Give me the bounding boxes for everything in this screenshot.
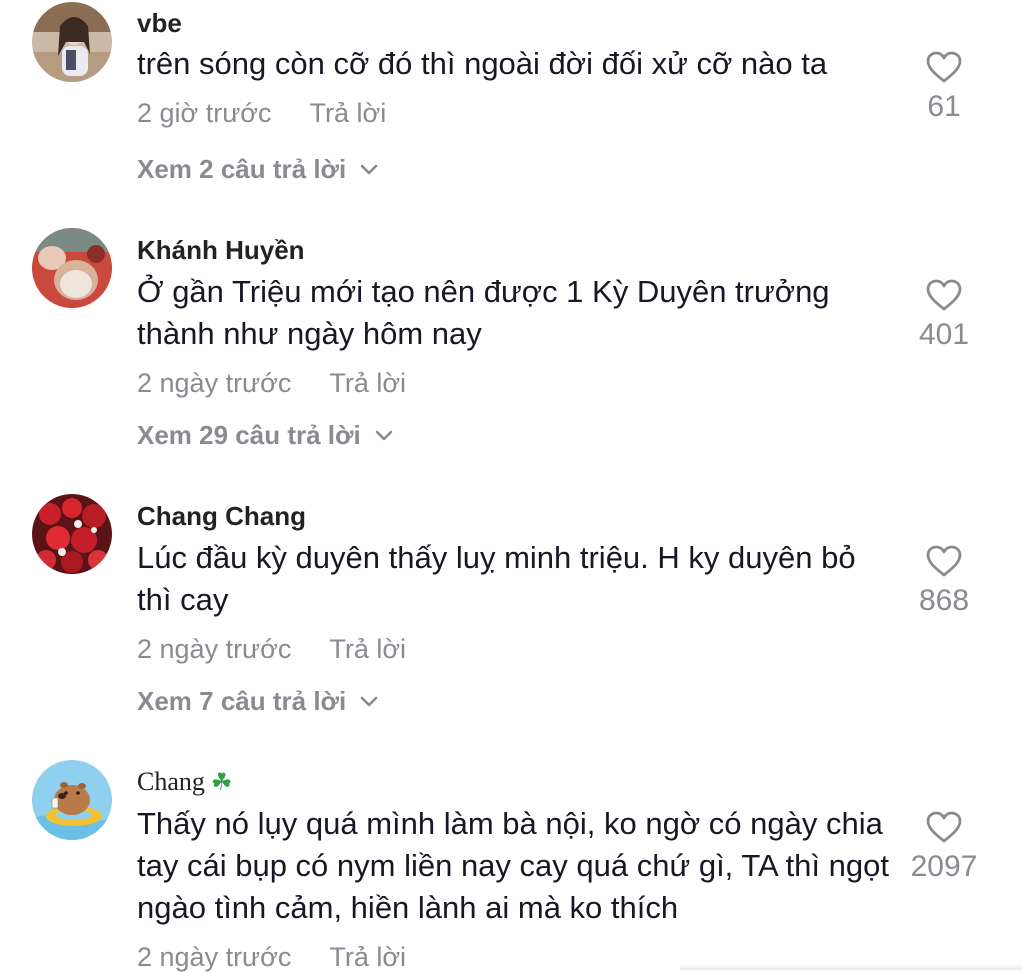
comment-text: trên sóng còn cỡ đó thì ngoài đời đối xử… — [137, 46, 828, 81]
reply-button[interactable]: Trả lời — [310, 98, 387, 128]
view-replies-button[interactable]: Xem 29 câu trả lời — [137, 420, 393, 451]
chevron-down-icon — [375, 430, 393, 440]
like-button[interactable]: 61 — [902, 50, 986, 124]
heart-outline-icon — [926, 51, 962, 83]
clover-icon: ☘ — [210, 770, 233, 796]
reply-button[interactable]: Trả lời — [329, 368, 406, 398]
comment-username[interactable]: Chang Chang — [137, 501, 306, 532]
comment-timestamp: 2 giờ trước — [137, 98, 272, 128]
comment-username[interactable]: Khánh Huyền — [137, 235, 305, 266]
avatar[interactable] — [32, 228, 112, 308]
comment-username[interactable]: Chang ☘ — [137, 767, 232, 797]
like-button[interactable]: 868 — [902, 544, 986, 618]
chevron-down-icon — [360, 164, 378, 174]
view-replies-label: Xem 7 câu trả lời — [137, 686, 347, 716]
like-count: 401 — [918, 318, 970, 351]
view-replies-button[interactable]: Xem 7 câu trả lời — [137, 686, 378, 717]
comment-text: Lúc đầu kỳ duyên thấy luỵ minh triệu. H … — [137, 540, 856, 617]
like-count: 61 — [927, 90, 961, 123]
comment-meta: 2 ngày trước Trả lời — [137, 634, 406, 665]
comment-meta: 2 giờ trước Trả lời — [137, 98, 386, 129]
heart-outline-icon — [926, 545, 962, 577]
comment-username[interactable]: vbe — [137, 8, 182, 39]
comment-username-text: Chang — [137, 767, 205, 796]
like-button[interactable]: 401 — [902, 278, 986, 352]
reply-button[interactable]: Trả lời — [329, 634, 406, 664]
comment-meta: 2 ngày trước Trả lời — [137, 942, 406, 973]
reply-button[interactable]: Trả lời — [329, 942, 406, 972]
comment-timestamp: 2 ngày trước — [137, 368, 292, 398]
bottom-fade — [680, 964, 1022, 970]
comment-text: Ở gần Triệu mới tạo nên được 1 Kỳ Duyên … — [137, 274, 830, 351]
chevron-down-icon — [360, 696, 378, 706]
avatar[interactable] — [32, 760, 112, 840]
view-replies-button[interactable]: Xem 2 câu trả lời — [137, 154, 378, 185]
view-replies-label: Xem 29 câu trả lời — [137, 420, 361, 450]
comment-meta: 2 ngày trước Trả lời — [137, 368, 406, 399]
like-count: 2097 — [910, 850, 978, 883]
avatar[interactable] — [32, 2, 112, 82]
comment-timestamp: 2 ngày trước — [137, 942, 292, 972]
view-replies-label: Xem 2 câu trả lời — [137, 154, 347, 184]
heart-outline-icon — [926, 279, 962, 311]
avatar[interactable] — [32, 494, 112, 574]
heart-outline-icon — [926, 811, 962, 843]
like-count: 868 — [918, 584, 970, 617]
comment-text: Thấy nó lụy quá mình làm bà nội, ko ngờ … — [137, 806, 889, 925]
comment-timestamp: 2 ngày trước — [137, 634, 292, 664]
like-button[interactable]: 2097 — [896, 810, 992, 884]
